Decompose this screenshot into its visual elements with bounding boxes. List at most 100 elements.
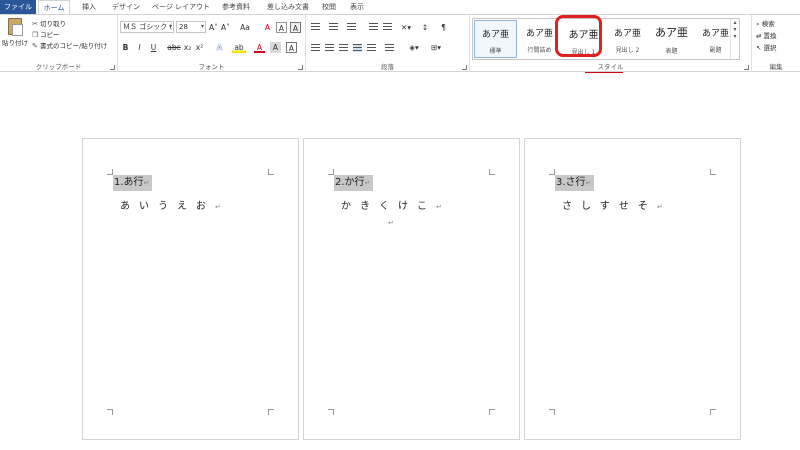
group-paragraph: ✕▾ ↕ ¶ ◈▾ ⊞▾ 段落 — [306, 15, 470, 72]
sort-button[interactable]: ↕ — [418, 22, 432, 33]
align-left-button[interactable] — [310, 44, 321, 53]
grow-font-button[interactable]: A˄ — [208, 22, 219, 33]
format-painter-label: 書式のコピー/貼り付け — [40, 42, 108, 50]
bullets-icon — [311, 23, 320, 31]
strikethrough-button[interactable]: abc — [166, 42, 182, 53]
shading-button[interactable]: ◈▾ — [406, 42, 422, 53]
highlight-color-button[interactable]: ab — [232, 42, 246, 53]
align-left-icon — [311, 44, 320, 52]
tab-home[interactable]: ホーム — [38, 0, 70, 14]
borders-button[interactable]: ⊞▾ — [428, 42, 444, 53]
margin-corner — [710, 409, 716, 415]
show-hide-marks-button[interactable]: ¶ — [438, 22, 449, 33]
margin-corner — [268, 169, 274, 175]
asian-layout-button[interactable]: ✕▾ — [398, 22, 414, 33]
tab-mailings[interactable]: 差し込み文書 — [262, 0, 314, 14]
multilevel-list-button[interactable] — [346, 23, 357, 32]
align-right-button[interactable] — [338, 44, 349, 53]
paragraph-dialog-launcher[interactable] — [462, 65, 467, 70]
underline-button[interactable]: U — [148, 42, 159, 53]
numbering-button[interactable] — [328, 23, 339, 32]
margin-corner — [328, 409, 334, 415]
body-paragraph[interactable]: かきくけこ↵ — [341, 197, 442, 212]
replace-button[interactable]: ⇄ 置換 — [756, 31, 777, 42]
font-color-button[interactable]: A — [254, 42, 265, 53]
page-3[interactable]: 3.さ行↵ さしすせそ↵ — [524, 138, 741, 440]
align-center-button[interactable] — [324, 44, 335, 53]
heading-1-paragraph[interactable]: 3.さ行↵ — [555, 175, 595, 191]
margin-corner — [489, 169, 495, 175]
group-font: ＭＳ ゴシック ( ▾ 28 ▾ A˄ A˅ Aa A A A B I U ab… — [118, 15, 306, 72]
line-spacing-button[interactable] — [384, 44, 395, 53]
clipboard-dialog-launcher[interactable] — [110, 65, 115, 70]
gallery-scroll[interactable]: ▴ ▾ ▾ — [730, 19, 739, 59]
format-painter-icon: ✎ — [32, 42, 38, 50]
format-painter-button[interactable]: ✎ 書式のコピー/貼り付け — [32, 41, 107, 51]
find-button[interactable]: ⌕ 検索 — [756, 19, 775, 30]
page-2[interactable]: 2.か行↵ かきくけこ↵ ↵ — [303, 138, 520, 440]
text-effects-button[interactable]: A — [214, 42, 225, 53]
character-border-button[interactable]: A — [286, 42, 297, 53]
enclose-characters-button[interactable]: A — [290, 22, 301, 33]
style-title[interactable]: あア亜 表題 — [650, 20, 693, 58]
shrink-font-button[interactable]: A˅ — [220, 22, 231, 33]
cut-label: 切り取り — [40, 20, 66, 28]
justify-button[interactable] — [352, 44, 363, 53]
superscript-button[interactable]: x² — [194, 42, 205, 53]
select-label: 選択 — [763, 44, 777, 52]
align-right-icon — [339, 44, 348, 52]
style-sample: あア亜 — [613, 29, 641, 39]
paint-bucket-icon: ◈▾ — [409, 43, 419, 52]
styles-group-label: スタイル — [597, 63, 624, 71]
align-center-icon — [325, 44, 334, 52]
copy-button[interactable]: ❐ コピー — [32, 30, 60, 40]
heading-text: 3.さ行 — [556, 177, 586, 188]
tab-view[interactable]: 表示 — [346, 0, 368, 14]
margin-corner — [268, 409, 274, 415]
bold-button[interactable]: B — [120, 42, 131, 53]
page-1[interactable]: 1.あ行↵ あいうえお↵ — [82, 138, 299, 440]
select-button[interactable]: ↖ 選択 — [756, 43, 777, 54]
more-icon: ▾ — [733, 33, 737, 40]
bullets-button[interactable] — [310, 23, 321, 32]
paragraph-mark: ↵ — [436, 203, 442, 211]
tab-insert[interactable]: 挿入 — [76, 0, 102, 14]
document-area[interactable]: 1.あ行↵ あいうえお↵ 2.か行↵ かきくけこ↵ ↵ 3.さ行↵ さしすせそ↵ — [0, 73, 800, 450]
heading-1-paragraph[interactable]: 2.か行↵ — [334, 175, 374, 191]
cut-button[interactable]: ✂ 切り取り — [32, 19, 66, 29]
change-case-button[interactable]: Aa — [236, 22, 254, 33]
font-name-combo[interactable]: ＭＳ ゴシック ( ▾ — [120, 21, 174, 33]
paste-button[interactable]: 貼り付け — [2, 18, 28, 60]
distributed-icon — [367, 44, 376, 52]
body-text: かきくけこ — [341, 201, 436, 212]
increase-indent-button[interactable] — [382, 23, 393, 32]
tab-page-layout[interactable]: ページ レイアウト — [150, 0, 212, 14]
body-text: あいうえお — [120, 201, 215, 212]
ribbon-tab-bar: ファイル ホーム 挿入 デザイン ページ レイアウト 参考資料 差し込み文書 校… — [0, 0, 800, 17]
decrease-indent-button[interactable] — [368, 23, 379, 32]
style-heading-2[interactable]: あア亜 見出し 2 — [606, 20, 649, 58]
distributed-button[interactable] — [366, 44, 377, 53]
tab-design[interactable]: デザイン — [106, 0, 146, 14]
increase-indent-icon — [383, 23, 392, 31]
font-dialog-launcher[interactable] — [298, 65, 303, 70]
heading-1-paragraph[interactable]: 1.あ行↵ — [113, 175, 153, 191]
font-size-combo[interactable]: 28 ▾ — [176, 21, 206, 33]
borders-icon: ⊞▾ — [430, 43, 442, 52]
chevron-down-icon: ▾ — [168, 23, 172, 30]
cursor-icon: ↖ — [756, 44, 762, 52]
italic-button[interactable]: I — [134, 42, 145, 53]
tab-review[interactable]: 校閲 — [318, 0, 340, 14]
subscript-button[interactable]: x₂ — [182, 42, 193, 53]
character-shading-button[interactable]: A — [270, 42, 281, 53]
style-normal[interactable]: あア亜 標準 — [474, 20, 517, 58]
styles-dialog-launcher[interactable] — [744, 65, 749, 70]
clear-format-button[interactable]: A — [262, 22, 273, 33]
body-paragraph[interactable]: さしすせそ↵ — [562, 197, 663, 212]
tab-references[interactable]: 参考資料 — [216, 0, 256, 14]
sort-icon: ↕ — [421, 23, 429, 32]
phonetic-guide-button[interactable]: A — [276, 22, 287, 33]
paragraph-mark: ↵ — [364, 179, 371, 187]
tab-file[interactable]: ファイル — [0, 0, 36, 14]
body-paragraph[interactable]: あいうえお↵ — [120, 197, 221, 212]
